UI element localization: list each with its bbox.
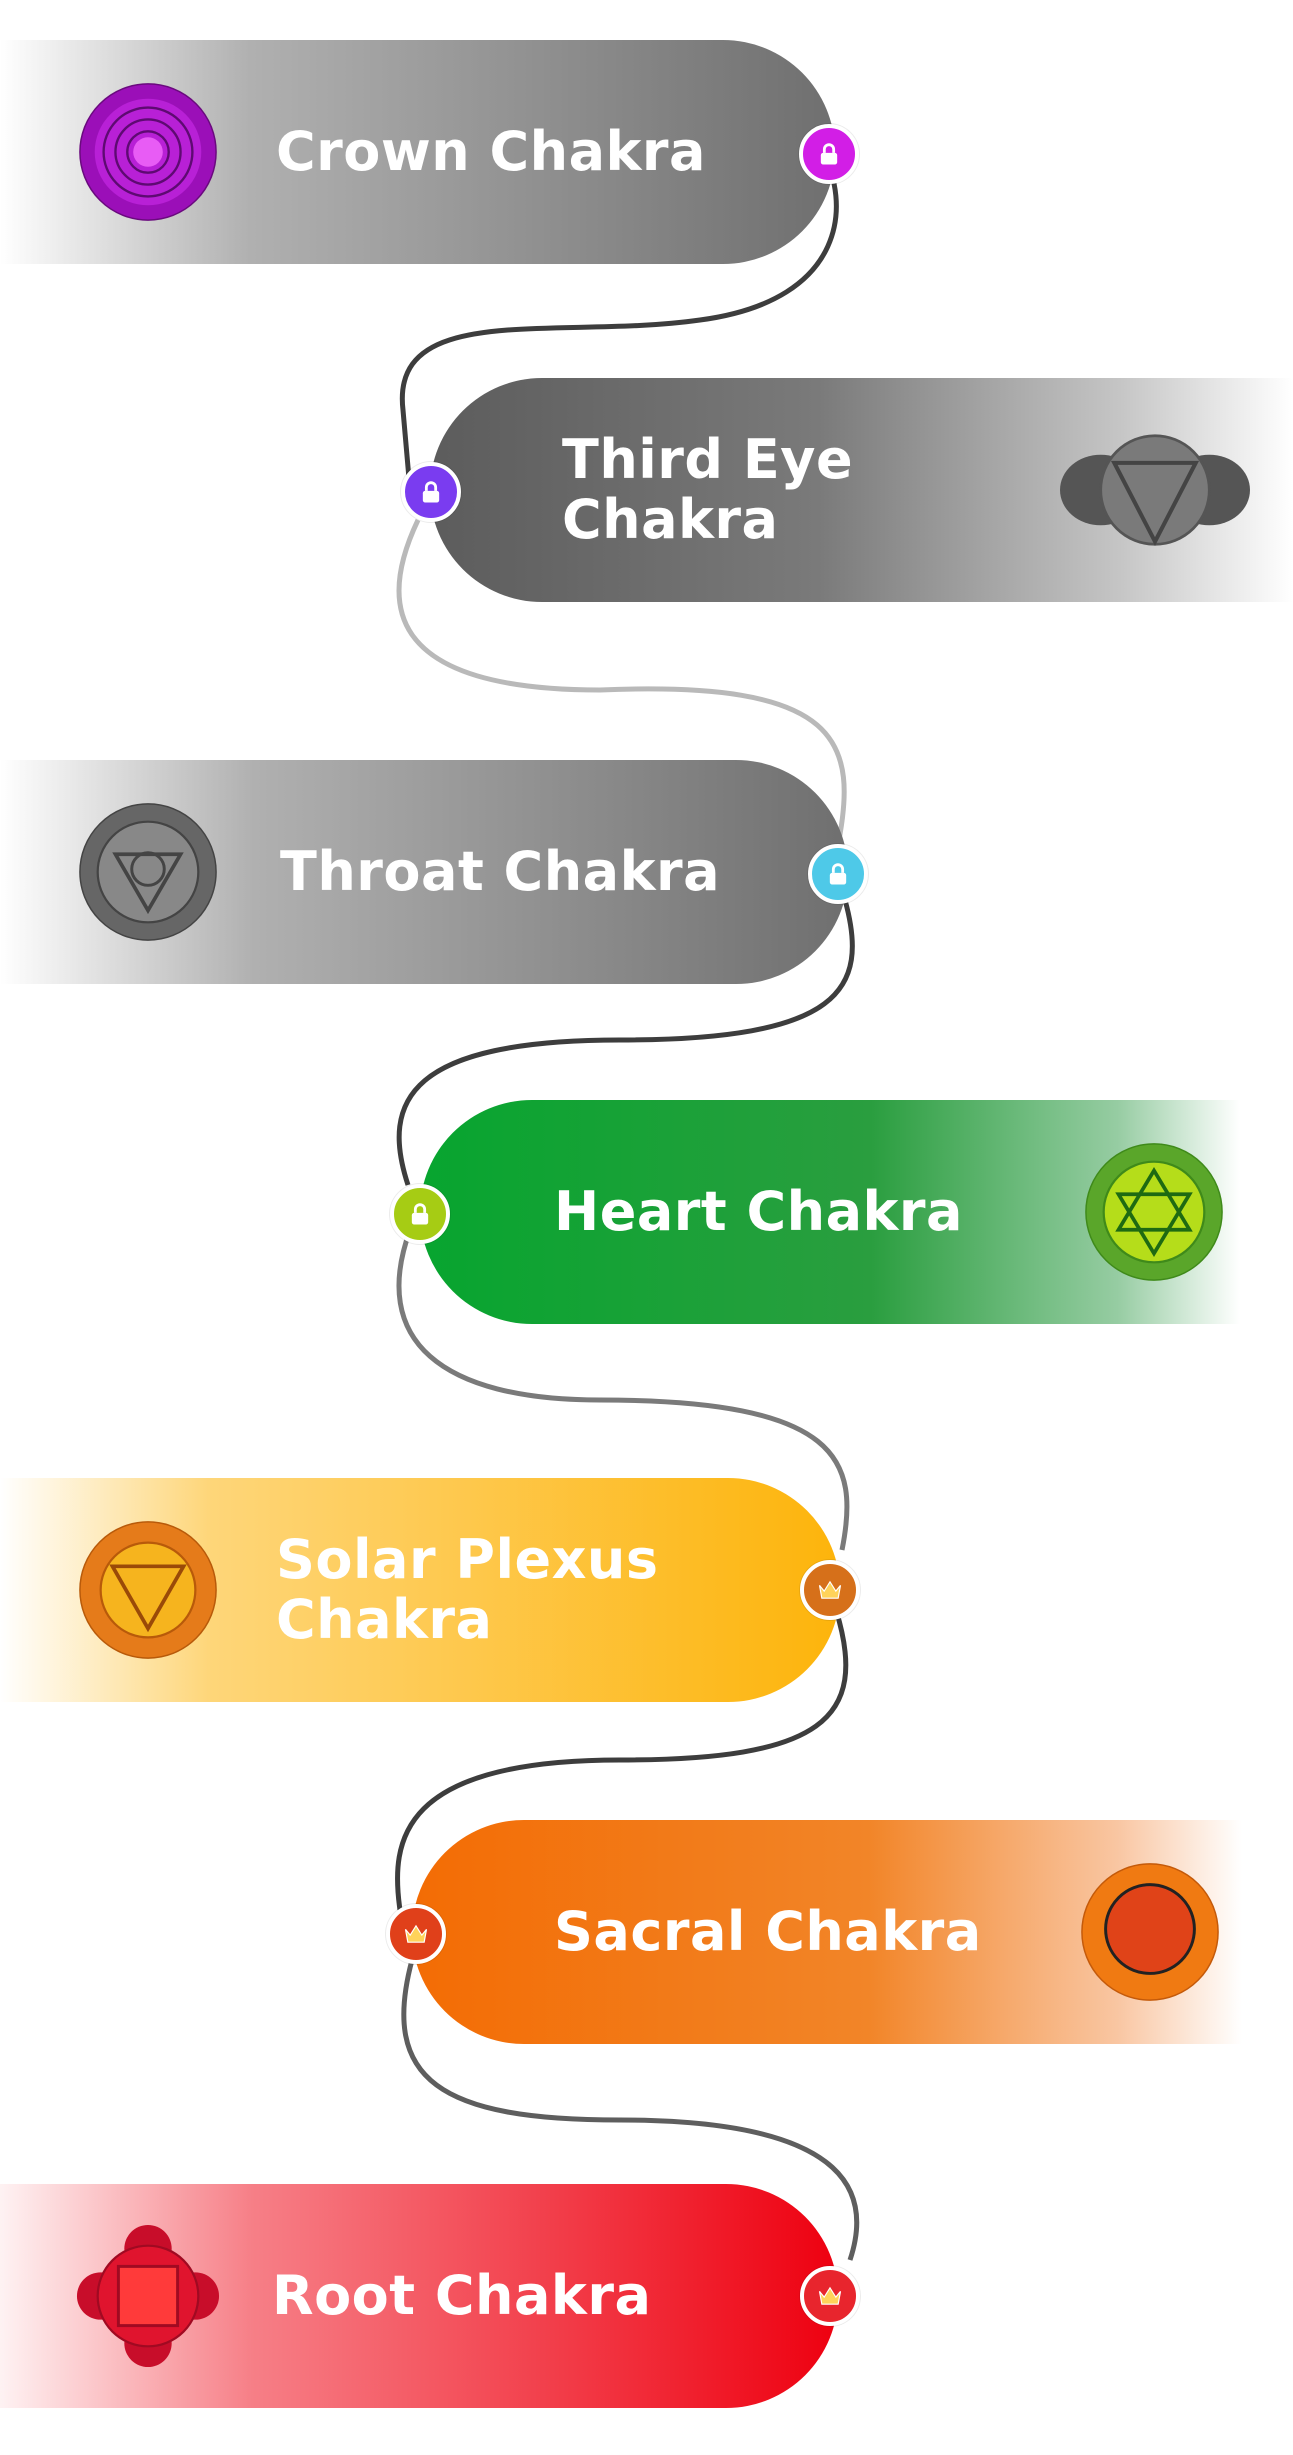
heart-chakra-icon [1085,1143,1223,1281]
chakra-card-third-eye[interactable]: Third Eye Chakra [430,378,1293,602]
chakra-card-crown[interactable]: Crown Chakra [0,40,835,264]
solar-plexus-chakra-icon [79,1521,217,1659]
lock-icon [820,143,838,165]
lock-badge[interactable] [808,844,868,904]
crown-icon [404,1924,428,1943]
chakra-card-sacral[interactable]: Sacral Chakra [412,1820,1242,2044]
third-eye-chakra-icon [1060,434,1250,547]
lock-badge[interactable] [390,1184,450,1244]
chakra-name: Crown Chakra [276,120,706,183]
chakra-name: Root Chakra [272,2264,652,2327]
lock-icon [411,1203,429,1225]
chakra-name: Solar Plexus Chakra [276,1528,659,1651]
chakra-card-root[interactable]: Root Chakra [0,2184,838,2408]
root-chakra-icon [76,2224,220,2368]
crown-badge[interactable] [800,1560,860,1620]
chakra-name: Third Eye Chakra [562,428,854,551]
chakra-name: Heart Chakra [554,1180,963,1243]
crown-chakra-icon [79,83,217,221]
chakra-name: Sacral Chakra [554,1900,982,1963]
lock-icon [422,481,440,503]
lock-badge[interactable] [401,462,461,522]
chakra-card-solar-plexus[interactable]: Solar Plexus Chakra [0,1478,840,1702]
crown-icon [818,1580,842,1599]
sacral-chakra-icon [1081,1863,1219,2001]
chakra-name: Throat Chakra [280,840,721,903]
crown-badge[interactable] [386,1904,446,1964]
crown-icon [818,2286,842,2305]
throat-chakra-icon [79,803,217,941]
chakra-card-throat[interactable]: Throat Chakra [0,760,848,984]
crown-badge[interactable] [800,2266,860,2326]
lock-icon [829,863,847,885]
chakra-card-heart[interactable]: Heart Chakra [420,1100,1240,1324]
lock-badge[interactable] [799,124,859,184]
